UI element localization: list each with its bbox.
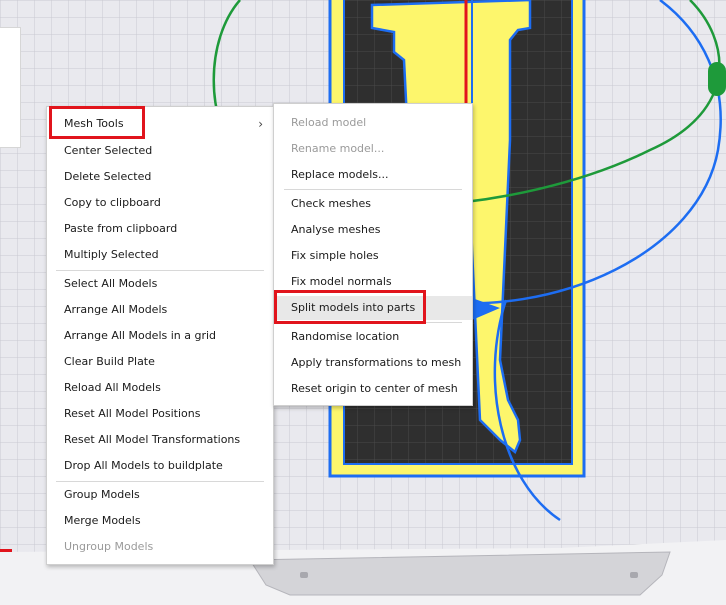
menu-item-delete-selected[interactable]: Delete Selected <box>47 165 273 189</box>
context-menu: Mesh Tools › Center Selected Delete Sele… <box>46 106 274 565</box>
menu-item-clear-build-plate[interactable]: Clear Build Plate <box>47 350 273 374</box>
menu-item-ungroup-models: Ungroup Models <box>64 540 154 553</box>
menu-item-paste-from-clipboard[interactable]: Paste from clipboard <box>47 217 273 241</box>
green-rotate-handle <box>708 62 726 96</box>
menu-item-center-selected[interactable]: Center Selected <box>47 139 273 163</box>
submenu-item-check-meshes[interactable]: Check meshes <box>274 192 472 216</box>
submenu-item-rename-model: Rename model... <box>291 142 385 155</box>
menu-item-label: Mesh Tools <box>64 117 124 130</box>
submenu-item-randomise-location[interactable]: Randomise location <box>274 325 472 349</box>
submenu-item-fix-model-normals[interactable]: Fix model normals <box>274 270 472 294</box>
build-plate-base <box>249 551 671 596</box>
menu-item-mesh-tools[interactable]: Mesh Tools › <box>47 112 273 136</box>
chevron-right-icon: › <box>258 117 263 131</box>
menu-separator <box>56 270 264 271</box>
left-side-panel <box>0 27 21 148</box>
menu-item-select-all-models[interactable]: Select All Models <box>47 272 273 296</box>
submenu-item-fix-simple-holes[interactable]: Fix simple holes <box>274 244 472 268</box>
submenu-item-apply-transformations[interactable]: Apply transformations to mesh <box>274 351 472 375</box>
menu-item-drop-all-models[interactable]: Drop All Models to buildplate <box>47 454 273 478</box>
menu-item-arrange-all-models[interactable]: Arrange All Models <box>47 298 273 322</box>
submenu-item-split-models-into-parts[interactable]: Split models into parts <box>274 296 472 320</box>
menu-item-arrange-all-models-grid[interactable]: Arrange All Models in a grid <box>47 324 273 348</box>
submenu-item-reset-origin[interactable]: Reset origin to center of mesh <box>274 377 472 401</box>
menu-separator <box>56 481 264 482</box>
menu-item-reset-all-model-positions[interactable]: Reset All Model Positions <box>47 402 273 426</box>
menu-separator <box>284 322 462 323</box>
menu-item-merge-models[interactable]: Merge Models <box>47 509 273 533</box>
menu-item-multiply-selected[interactable]: Multiply Selected <box>47 243 273 267</box>
submenu-item-replace-models[interactable]: Replace models... <box>274 163 472 187</box>
submenu-item-reload-model: Reload model <box>291 116 367 129</box>
mesh-tools-submenu: Reload model Rename model... Replace mod… <box>273 103 473 406</box>
menu-separator <box>284 189 462 190</box>
menu-item-group-models[interactable]: Group Models <box>47 483 273 507</box>
submenu-item-analyse-meshes[interactable]: Analyse meshes <box>274 218 472 242</box>
menu-item-reload-all-models[interactable]: Reload All Models <box>47 376 273 400</box>
menu-item-reset-all-model-transformations[interactable]: Reset All Model Transformations <box>47 428 273 452</box>
menu-item-copy-to-clipboard[interactable]: Copy to clipboard <box>47 191 273 215</box>
